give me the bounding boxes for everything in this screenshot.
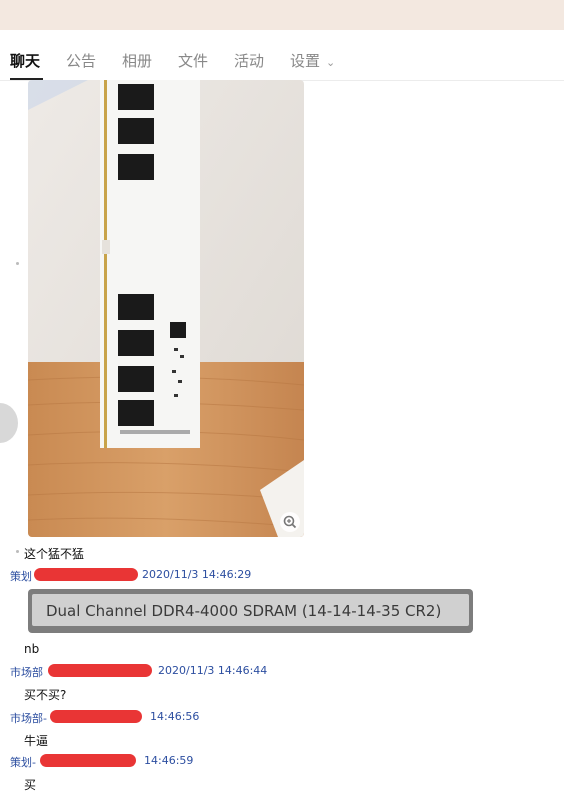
sender-name: 策划- <box>10 756 36 769</box>
message-time: 14:46:56 <box>150 710 200 723</box>
message-sender: 市场部 <box>10 664 43 680</box>
message-text: 这个猛不猛 <box>24 547 85 561</box>
message-time: 2020/11/3 14:46:29 <box>142 568 252 581</box>
sender-name: 市场部- <box>10 712 47 725</box>
chat-image-spec[interactable]: Dual Channel DDR4-4000 SDRAM (14-14-14-3… <box>28 589 473 633</box>
message-bullet <box>16 550 19 553</box>
message-sender: 策划- <box>10 754 36 770</box>
message-time: 2020/11/3 14:46:44 <box>158 664 268 677</box>
message-time: 14:46:59 <box>144 754 194 767</box>
zoom-in-icon[interactable] <box>280 512 300 532</box>
message-text: 牛逼 <box>24 734 49 748</box>
tab-settings[interactable]: 设置 ⌄ <box>290 50 335 71</box>
window-title-bar <box>0 0 564 30</box>
tab-album[interactable]: 相册 <box>122 50 152 71</box>
sender-name: 市场部 <box>10 666 43 679</box>
message-bullet <box>16 262 19 265</box>
redaction-mark <box>50 710 142 723</box>
spec-panel: Dual Channel DDR4-4000 SDRAM (14-14-14-3… <box>32 594 469 626</box>
redaction-mark <box>34 568 138 581</box>
ram-photo <box>28 80 304 537</box>
chat-image-ram[interactable] <box>28 80 304 537</box>
message-sender: 策划 <box>10 568 32 584</box>
message-text: 买不买? <box>24 688 67 702</box>
message-sender: 市场部- <box>10 710 47 726</box>
tab-activities[interactable]: 活动 <box>234 50 264 71</box>
chevron-down-icon: ⌄ <box>326 56 336 69</box>
message-text: 买 <box>24 778 37 792</box>
redaction-mark <box>40 754 136 767</box>
spec-text: Dual Channel DDR4-4000 SDRAM (14-14-14-3… <box>46 602 442 620</box>
message-text: nb <box>24 642 40 656</box>
sender-name: 策划 <box>10 570 32 583</box>
redaction-mark <box>48 664 152 677</box>
tab-files[interactable]: 文件 <box>178 50 208 71</box>
tab-chat[interactable]: 聊天 <box>10 50 40 71</box>
tab-bar: 聊天 公告 相册 文件 活动 设置 ⌄ <box>0 30 564 81</box>
side-drawer-handle[interactable] <box>0 403 18 443</box>
tab-announcements[interactable]: 公告 <box>66 50 96 71</box>
tab-settings-label: 设置 <box>290 52 321 70</box>
